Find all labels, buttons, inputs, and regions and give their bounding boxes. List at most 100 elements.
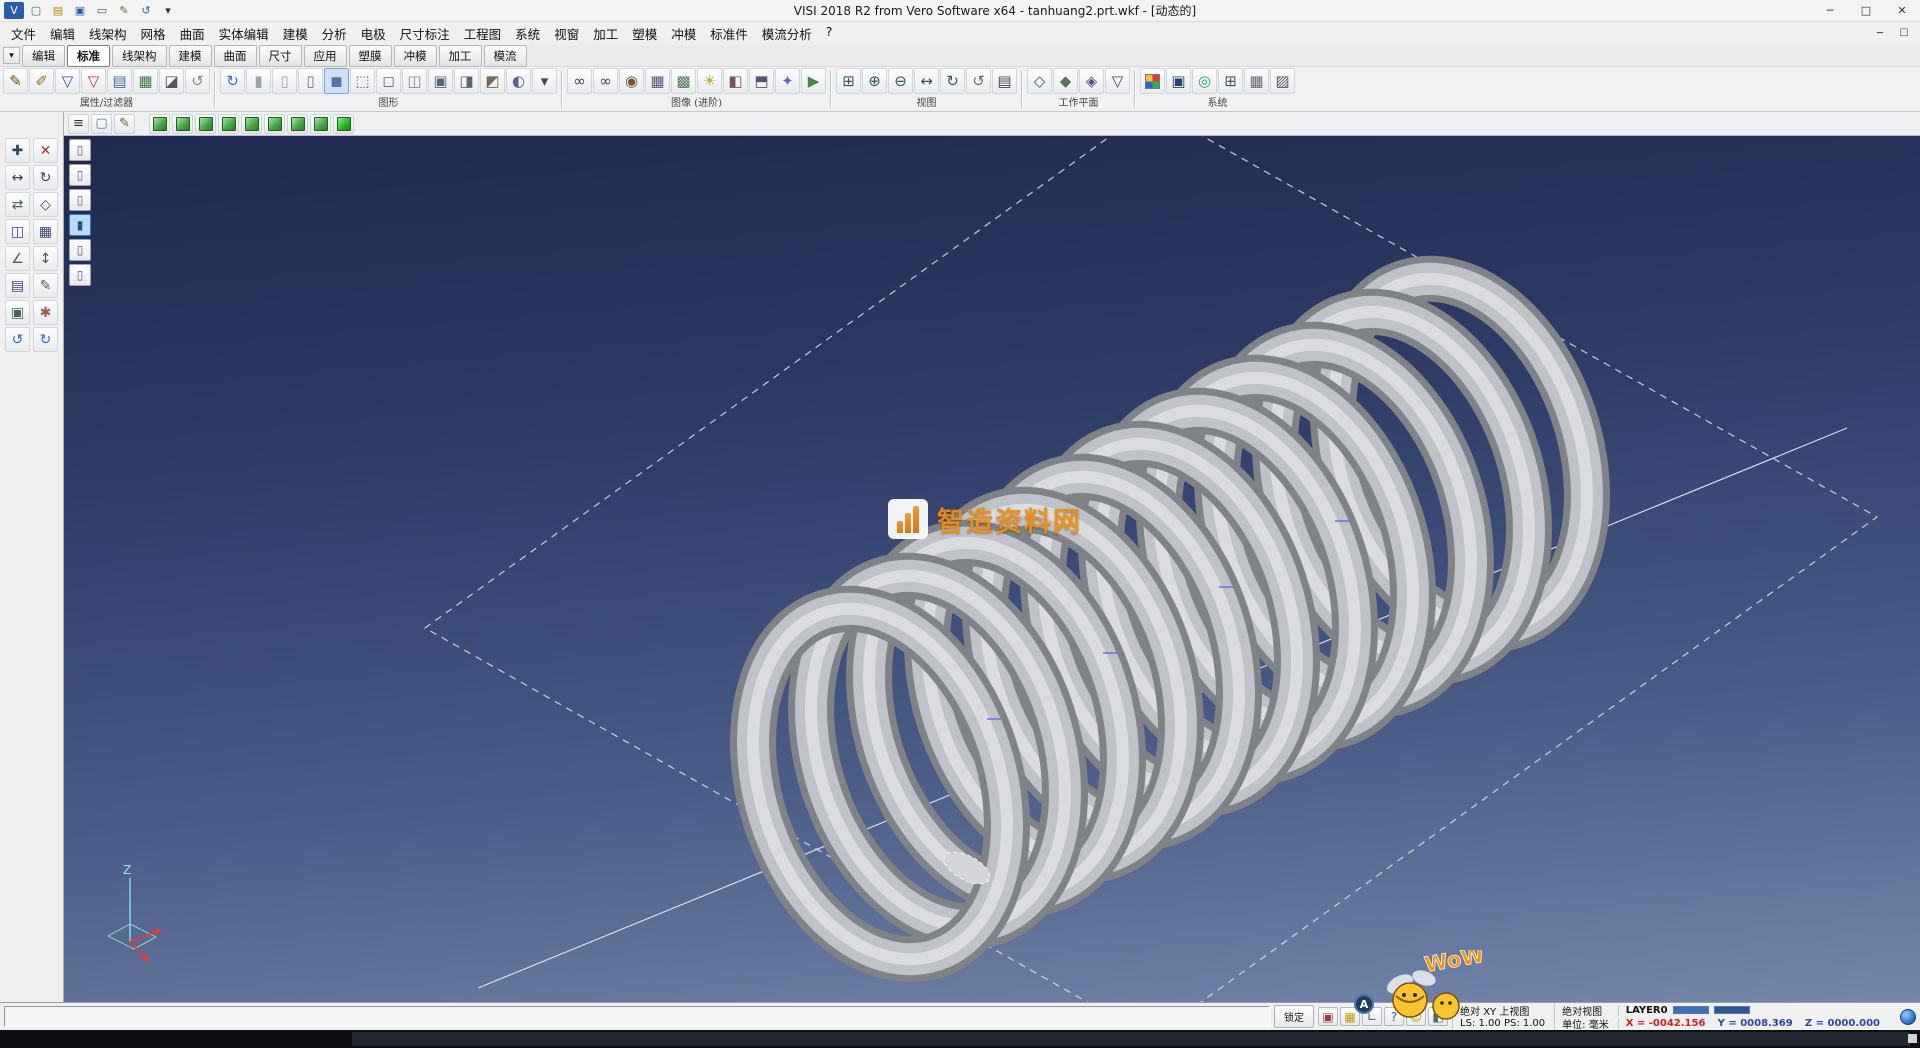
snapshot-icon[interactable]: ◉	[619, 68, 644, 94]
tab-模流[interactable]: 模流	[484, 45, 527, 67]
view-back-cube-icon[interactable]	[218, 114, 239, 134]
plot-icon[interactable]: ✎	[114, 2, 134, 19]
spring-model[interactable]	[710, 246, 1629, 993]
shading-on-icon[interactable]: ◼	[324, 68, 349, 94]
settings-icon[interactable]: ▨	[1270, 68, 1295, 94]
menu-编辑[interactable]: 编辑	[43, 21, 82, 46]
dimension-icon[interactable]: ↕	[33, 246, 58, 271]
render-settings-icon[interactable]: ◩	[480, 68, 505, 94]
viewport-3d[interactable]: Z 智造资料网 ▯▯▯▮▯▯	[64, 136, 1920, 1002]
stereo-glasses-icon[interactable]: ∞	[567, 68, 592, 94]
scale-icon[interactable]: ◇	[33, 192, 58, 217]
new-file-icon[interactable]: ▢	[26, 2, 46, 19]
tab-加工[interactable]: 加工	[439, 45, 482, 67]
rotate-view-icon[interactable]: ↻	[940, 68, 965, 94]
zoom-all-icon[interactable]: ⊕	[862, 68, 887, 94]
copy-icon[interactable]: ◫	[5, 219, 30, 244]
workplane-list-icon[interactable]: ▽	[1105, 68, 1130, 94]
view-list-icon[interactable]: ▤	[992, 68, 1017, 94]
snap-settings-icon[interactable]: ▣	[1318, 1007, 1338, 1026]
menu-电极[interactable]: 电极	[354, 21, 393, 46]
desktop-mascot[interactable]: WoW	[1374, 950, 1484, 1031]
system-monitor-icon[interactable]: ▣	[1166, 68, 1191, 94]
workplane-align-icon[interactable]: ◆	[1053, 68, 1078, 94]
rotate-icon[interactable]: ↻	[33, 165, 58, 190]
app-logo-icon[interactable]: V	[4, 2, 24, 19]
tab-overflow-button[interactable]: ▾	[3, 47, 20, 64]
translucency-icon[interactable]: ◐	[506, 68, 531, 94]
attribute-copy-icon[interactable]: ✐	[29, 68, 54, 94]
menu-文件[interactable]: 文件	[4, 21, 43, 46]
menu-网格[interactable]: 网格	[134, 21, 173, 46]
globe-icon[interactable]: ◎	[1192, 68, 1217, 94]
calculator-icon[interactable]: ⊞	[1218, 68, 1243, 94]
layer-color-swatch[interactable]	[1673, 1006, 1709, 1014]
filter-layer-icon[interactable]: ▤	[107, 68, 132, 94]
selection-mask-icon[interactable]: ◪	[159, 68, 184, 94]
doc-restore-button[interactable]: ☐	[1892, 25, 1916, 42]
zoom-out-icon[interactable]: ⊖	[888, 68, 913, 94]
view-left-cube-icon[interactable]	[241, 114, 262, 134]
face-display-icon[interactable]: ▯	[69, 189, 91, 211]
properties-icon[interactable]: ✎	[33, 273, 58, 298]
tab-塑膜[interactable]: 塑膜	[349, 45, 392, 67]
menu-工程图[interactable]: 工程图	[457, 21, 509, 46]
filter-color-icon[interactable]: ▽	[81, 68, 106, 94]
attribute-edit-icon[interactable]: ✎	[3, 68, 28, 94]
menu-线架构[interactable]: 线架构	[82, 21, 134, 46]
measure-angle-icon[interactable]: ∠	[5, 246, 30, 271]
transparent-display-icon[interactable]: ▯	[69, 239, 91, 261]
zoom-window-icon[interactable]: ⊞	[836, 68, 861, 94]
view-iso-cube-icon[interactable]	[333, 114, 354, 134]
tab-标准[interactable]: 标准	[67, 45, 110, 67]
reset-filters-icon[interactable]: ↺	[185, 68, 210, 94]
stereo-glasses-2-icon[interactable]: ∞	[593, 68, 618, 94]
box-shade-icon[interactable]: ▣	[428, 68, 453, 94]
cylinder-pair-icon[interactable]: ◫	[402, 68, 427, 94]
tab-建模[interactable]: 建模	[169, 45, 212, 67]
graphics-options-icon[interactable]: ▾	[532, 68, 557, 94]
menu-实体编辑[interactable]: 实体编辑	[212, 21, 276, 46]
array-icon[interactable]: ▦	[33, 219, 58, 244]
view-right-cube-icon[interactable]	[264, 114, 285, 134]
cylinder-solid-icon[interactable]: ▮	[246, 68, 271, 94]
view-blank-icon[interactable]: ▢	[91, 114, 112, 134]
menu-分析[interactable]: 分析	[315, 21, 354, 46]
background-icon[interactable]: ⬒	[749, 68, 774, 94]
view-top-cube-icon[interactable]	[149, 114, 170, 134]
regenerate-icon[interactable]: ↻	[220, 68, 245, 94]
window-close-button[interactable]: ✕	[1884, 0, 1920, 21]
tab-冲模[interactable]: 冲模	[394, 45, 437, 67]
window-minimize-button[interactable]: ─	[1812, 0, 1848, 21]
quick-access-options-icon[interactable]: ▾	[158, 2, 178, 19]
menu-标准件[interactable]: 标准件	[703, 21, 755, 46]
color-palette-icon[interactable]	[1140, 68, 1165, 94]
material-icon[interactable]: ◧	[723, 68, 748, 94]
box-edges-icon[interactable]: ◨	[454, 68, 479, 94]
menu-冲模[interactable]: 冲模	[664, 21, 703, 46]
tab-编辑[interactable]: 编辑	[22, 45, 65, 67]
pan-icon[interactable]: ↔	[914, 68, 939, 94]
workplane-rotate-icon[interactable]: ◈	[1079, 68, 1104, 94]
image-grid-icon[interactable]: ▦	[645, 68, 670, 94]
view-front-cube-icon[interactable]	[195, 114, 216, 134]
open-file-icon[interactable]: ▤	[48, 2, 68, 19]
undo-edit-icon[interactable]: ↺	[5, 327, 30, 352]
cylinder-wire-icon[interactable]: ▯	[298, 68, 323, 94]
wireframe-icon[interactable]: ⬚	[350, 68, 375, 94]
view-iso-ne-cube-icon[interactable]	[287, 114, 308, 134]
move-icon[interactable]: ↔	[5, 165, 30, 190]
lock-toggle[interactable]: 锁定	[1274, 1005, 1314, 1028]
edge-display-icon[interactable]: ▯	[69, 164, 91, 186]
menu-视窗[interactable]: 视窗	[547, 21, 586, 46]
tab-曲面[interactable]: 曲面	[214, 45, 257, 67]
lighting-icon[interactable]: ☀	[697, 68, 722, 94]
explode-icon[interactable]: ✱	[33, 300, 58, 325]
advanced-render-icon[interactable]: ✦	[775, 68, 800, 94]
menu-?[interactable]: ?	[819, 21, 840, 46]
menu-系统[interactable]: 系统	[508, 21, 547, 46]
print-icon[interactable]: ▭	[92, 2, 112, 19]
status-globe-icon[interactable]	[1900, 1009, 1916, 1025]
hidden-line-icon[interactable]: ◻	[376, 68, 401, 94]
view-iso-nw-cube-icon[interactable]	[310, 114, 331, 134]
